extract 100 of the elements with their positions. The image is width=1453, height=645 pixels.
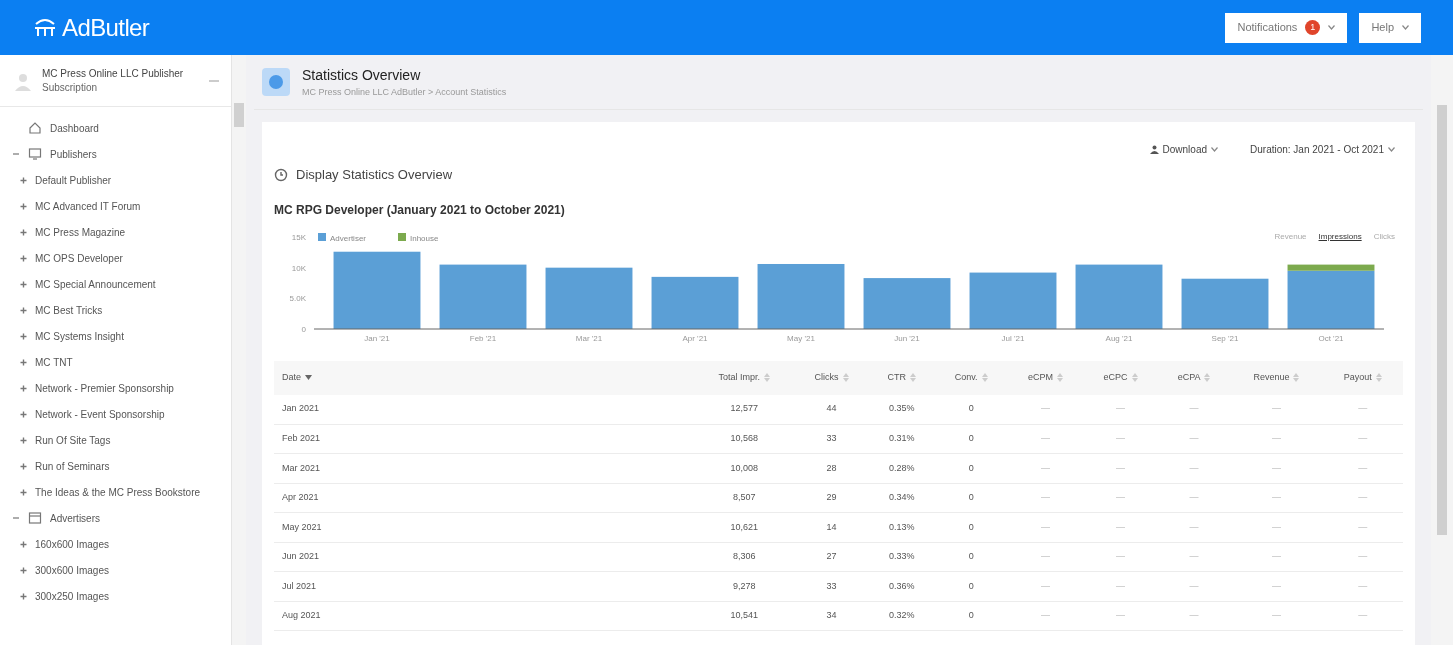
legend-label[interactable]: Advertiser	[330, 233, 366, 242]
plus-icon[interactable]	[20, 540, 27, 548]
column-header[interactable]: Conv.	[954, 370, 988, 385]
plus-icon[interactable]	[20, 202, 27, 210]
nav-item[interactable]: Advertisers	[50, 510, 100, 526]
x-tick-label: Mar '21	[575, 333, 603, 343]
plus-icon[interactable]	[20, 254, 27, 262]
plus-icon[interactable]	[20, 410, 27, 418]
download-button[interactable]: Download	[1149, 142, 1218, 157]
nav-item[interactable]: MC Advanced IT Forum	[35, 198, 141, 214]
table-cell: 0.35%	[889, 403, 915, 414]
nav-item[interactable]: Default Publisher	[35, 172, 112, 188]
table-cell: 0	[968, 462, 974, 473]
table-cell: —	[1271, 580, 1281, 591]
table-cell: Jun 2021	[282, 551, 320, 561]
table-cell: —	[1116, 492, 1126, 502]
duration-dropdown[interactable]: Duration: Jan 2021 - Oct 2021	[1250, 142, 1395, 157]
column-header[interactable]: Date	[282, 370, 312, 385]
table-cell: 0.28%	[889, 462, 915, 473]
table-cell: 0.13%	[889, 521, 915, 532]
table-cell: 0	[968, 403, 974, 414]
table-cell: 8,507	[732, 492, 756, 502]
column-header[interactable]: Clicks	[814, 370, 849, 385]
nav-item[interactable]: Network - Event Sponsorship	[35, 406, 165, 422]
table-cell: 0.33%	[889, 551, 915, 561]
table-cell: May 2021	[282, 521, 322, 532]
table-cell: —	[1271, 403, 1281, 414]
table-cell: 10,541	[730, 610, 758, 620]
nav-item[interactable]: MC OPS Developer	[35, 250, 123, 266]
table-cell: 8,306	[732, 551, 756, 561]
table-cell: —	[1271, 492, 1281, 502]
nav-item[interactable]: Network - Premier Sponsorship	[35, 380, 174, 396]
statistics-icon	[262, 68, 290, 96]
nav-item[interactable]: MC Best Tricks	[35, 302, 103, 318]
table-cell: 27	[826, 551, 837, 561]
x-tick-label: May '21	[787, 333, 815, 343]
column-header[interactable]: Revenue	[1253, 370, 1300, 385]
y-tick-label: 5.0K	[289, 293, 306, 303]
table-cell: Aug 2021	[282, 610, 321, 620]
table-cell: —	[1358, 433, 1368, 443]
nav-item[interactable]: MC Special Announcement	[35, 276, 156, 292]
x-tick-label: Sep '21	[1211, 333, 1239, 343]
column-header[interactable]: Total Impr.	[718, 370, 770, 385]
table-cell: —	[1358, 403, 1368, 414]
plus-icon[interactable]	[20, 228, 27, 236]
column-header[interactable]: eCPC	[1103, 370, 1138, 385]
nav-item[interactable]: 300x600 Images	[35, 562, 109, 578]
plus-icon[interactable]	[20, 436, 27, 444]
column-header[interactable]: eCPM	[1027, 370, 1063, 385]
y-tick-label: 0	[301, 324, 306, 334]
notifications-button[interactable]: Notifications 1	[1225, 12, 1348, 43]
nav-item[interactable]: MC TNT	[35, 354, 73, 370]
plus-icon[interactable]	[20, 358, 27, 366]
account-name: MC Press Online LLC Publisher	[42, 66, 185, 81]
table-cell: —	[1358, 610, 1368, 620]
plus-icon[interactable]	[20, 592, 27, 600]
column-header[interactable]: CTR	[887, 370, 917, 385]
nav-item[interactable]: 300x250 Images	[35, 588, 109, 604]
monitor-icon	[28, 147, 42, 161]
caret-icon	[1402, 25, 1409, 30]
table-cell: 33	[826, 433, 837, 443]
legend-label[interactable]: Inhouse	[410, 233, 439, 242]
sort-icon	[981, 373, 988, 382]
nav-item[interactable]: Publishers	[50, 146, 97, 162]
nav-item[interactable]: The Ideas & the MC Press Bookstore	[35, 484, 201, 500]
column-header[interactable]: Payout	[1343, 370, 1382, 385]
plus-icon[interactable]	[20, 332, 27, 340]
nav-item[interactable]: MC Systems Insight	[35, 328, 124, 344]
table-cell: —	[1189, 492, 1199, 502]
table-cell: Apr 2021	[282, 492, 319, 502]
plus-icon[interactable]	[20, 566, 27, 574]
nav-item[interactable]: Dashboard	[50, 120, 99, 136]
plus-icon[interactable]	[20, 384, 27, 392]
table-cell: —	[1116, 610, 1126, 620]
table-cell: 0	[968, 492, 974, 502]
legend-swatch	[398, 232, 406, 241]
table-cell: Jul 2021	[282, 580, 317, 591]
metric-tab[interactable]: Impressions	[1318, 230, 1362, 243]
nav-item[interactable]: Run of Seminars	[35, 458, 110, 474]
table-cell: —	[1116, 403, 1126, 414]
x-tick-label: Jan '21	[364, 333, 390, 343]
table-cell: —	[1271, 433, 1281, 443]
table-cell: 33	[826, 580, 837, 591]
plus-icon[interactable]	[20, 176, 27, 184]
table-cell: —	[1189, 610, 1199, 620]
nav-item[interactable]: MC Press Magazine	[35, 224, 126, 240]
plus-icon[interactable]	[20, 306, 27, 314]
user-icon	[1149, 145, 1159, 154]
table-cell: —	[1040, 492, 1050, 502]
clock-icon	[274, 167, 288, 182]
table-cell: —	[1358, 492, 1368, 502]
help-button[interactable]: Help	[1359, 12, 1421, 43]
plus-icon[interactable]	[20, 462, 27, 470]
plus-icon[interactable]	[20, 488, 27, 496]
caret-icon	[1211, 147, 1218, 152]
sort-icon	[1375, 373, 1382, 382]
nav-item[interactable]: Run Of Site Tags	[35, 432, 111, 448]
plus-icon[interactable]	[20, 280, 27, 288]
column-header[interactable]: eCPA	[1177, 370, 1211, 385]
nav-item[interactable]: 160x600 Images	[35, 536, 109, 552]
